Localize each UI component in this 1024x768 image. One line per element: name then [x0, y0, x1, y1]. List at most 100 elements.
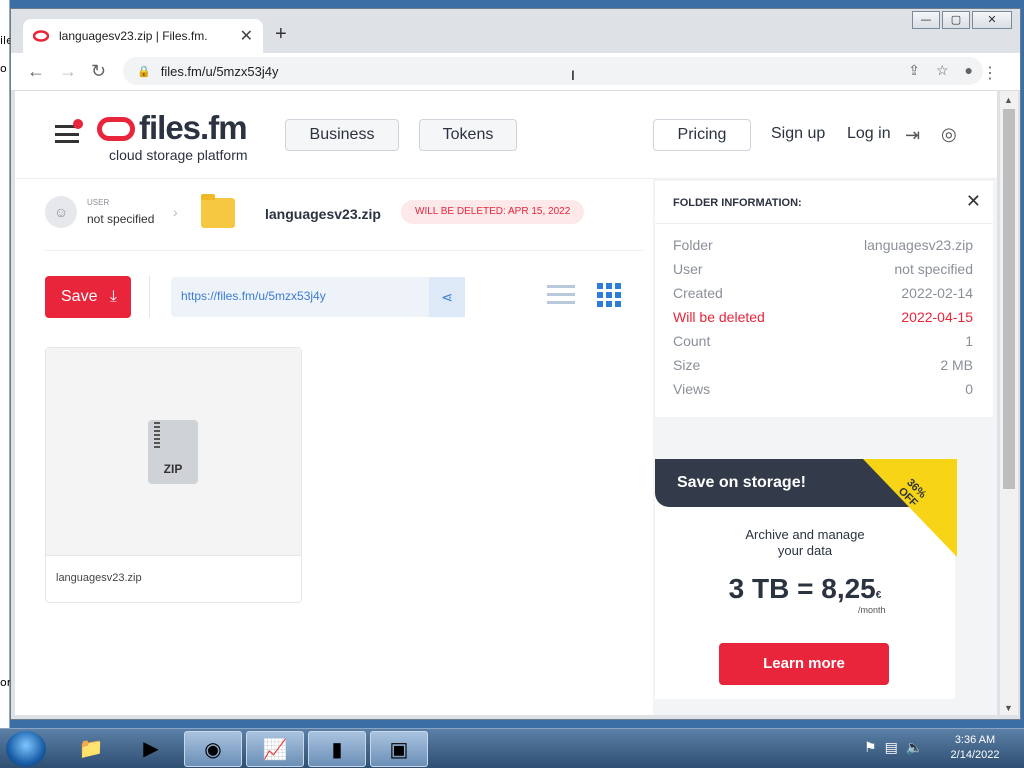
breadcrumb: ☺ USER not specified › languagesv23.zip … [45, 194, 643, 251]
scroll-up-icon[interactable]: ▲ [1004, 95, 1013, 105]
file-preview[interactable]: ZIP [46, 348, 301, 556]
info-value: 2 MB [940, 357, 973, 373]
logo-name: files.fm [139, 109, 248, 146]
bookmark-star-icon[interactable]: ☆ [936, 62, 949, 79]
download-arrow-icon: ⤓ [109, 288, 117, 305]
chrome-taskbar-icon[interactable]: ◉ [184, 731, 242, 767]
window-controls: — ▢ ✕ [912, 11, 1012, 29]
folder-icon [201, 194, 235, 228]
scrollbar-thumb[interactable] [1003, 109, 1015, 489]
info-row-deletion: Will be deleted 2022-04-15 [673, 309, 973, 329]
file-card[interactable]: ZIP languagesv23.zip [45, 347, 302, 603]
info-key: Created [673, 285, 723, 301]
promo-text: Archive and manage your data [655, 527, 955, 559]
info-key: User [673, 261, 703, 277]
volume-icon[interactable]: 🔈 [906, 739, 923, 756]
promo-period: /month [858, 605, 886, 615]
side-panel: FOLDER INFORMATION: ✕ Folder languagesv23… [653, 179, 997, 715]
info-value: 0 [965, 381, 973, 397]
info-value: not specified [894, 261, 973, 277]
info-key: Count [673, 333, 711, 349]
promo-text-line1: Archive and manage [745, 527, 865, 542]
back-icon[interactable]: ← [27, 61, 45, 82]
tool-taskbar-icon[interactable]: ▮ [308, 731, 366, 767]
globe-icon[interactable]: ◎ [941, 124, 957, 145]
share-page-icon[interactable]: ⇪ [908, 62, 920, 79]
cloud-logo-icon [97, 117, 135, 141]
close-window-button[interactable]: ✕ [972, 11, 1012, 29]
chart-app-taskbar-icon[interactable]: 📈 [246, 731, 304, 767]
promo-price-value: 3 TB = 8,25 [728, 573, 876, 604]
zip-file-icon: ZIP [148, 420, 198, 484]
system-tray: ⚑ ▤ 🔈 [864, 739, 923, 756]
close-icon[interactable]: ✕ [966, 191, 981, 212]
user-label: USER [87, 198, 110, 207]
login-link[interactable]: Log in [847, 125, 891, 143]
clock-date: 2/14/2022 [950, 749, 1000, 761]
info-row: Created 2022-02-14 [673, 285, 973, 305]
new-tab-button[interactable]: + [275, 23, 287, 46]
chevron-right-icon: › [173, 204, 178, 220]
grid-view-icon[interactable] [597, 283, 621, 307]
folder-name: languagesv23.zip [265, 206, 381, 222]
explorer-taskbar-icon[interactable]: 📁 [62, 731, 120, 767]
site-header: files.fm cloud storage platform Business… [15, 91, 997, 179]
browser-tab[interactable]: languagesv23.zip | Files.fm. ✕ [23, 19, 263, 53]
info-value: 2022-04-15 [901, 309, 973, 325]
zipper-strip [154, 422, 160, 448]
share-url[interactable]: https://files.fm/u/5mzx53j4y [181, 289, 326, 303]
text-cursor-icon: I [571, 67, 575, 83]
info-value: languagesv23.zip [864, 237, 973, 253]
tab-title: languagesv23.zip | Files.fm. [59, 29, 208, 43]
promo-price: 3 TB = 8,25€ [655, 573, 955, 605]
business-button[interactable]: Business [285, 119, 399, 151]
panel-divider [655, 223, 993, 224]
taskbar: 📁 ▶ ◉ 📈 ▮ ▣ ⚑ ▤ 🔈 3:36 AM 2/14/2022 [0, 728, 1024, 768]
logo-tagline: cloud storage platform [109, 147, 248, 163]
maximize-button[interactable]: ▢ [942, 11, 970, 29]
file-name[interactable]: languagesv23.zip [56, 572, 142, 584]
address-bar-row: ← → ↻ 🔒 files.fm/u/5mzx53j4y ⇪ ☆ ● ⋮ [11, 53, 1020, 91]
profile-icon[interactable]: ● [965, 62, 973, 79]
promo-banner-text: Save on storage! [677, 474, 806, 491]
info-value: 2022-02-14 [901, 285, 973, 301]
info-key: Views [673, 381, 711, 397]
notification-dot [73, 119, 83, 129]
lock-icon: 🔒 [137, 65, 151, 78]
list-view-icon[interactable] [547, 285, 575, 307]
url-field[interactable]: 🔒 files.fm/u/5mzx53j4y ⇪ ☆ ● [123, 57, 983, 85]
scrollbar[interactable]: ▲ ▼ [1000, 91, 1018, 715]
pricing-button[interactable]: Pricing [653, 119, 751, 151]
flag-icon[interactable]: ▤ [885, 739, 898, 756]
user-avatar-icon: ☺ [45, 196, 77, 228]
clock[interactable]: 3:36 AM 2/14/2022 [940, 733, 1010, 763]
info-row: Views 0 [673, 381, 973, 401]
folder-info-title: FOLDER INFORMATION: [673, 197, 802, 209]
tokens-button[interactable]: Tokens [419, 119, 517, 151]
tab-close-icon[interactable]: ✕ [240, 26, 253, 46]
minimize-button[interactable]: — [912, 11, 940, 29]
page-viewport: files.fm cloud storage platform Business… [15, 91, 997, 715]
network-warning-icon[interactable]: ⚑ [864, 739, 877, 756]
save-button[interactable]: Save ⤓ [45, 276, 131, 318]
share-link-field[interactable]: https://files.fm/u/5mzx53j4y ⋖ [171, 277, 465, 317]
forward-icon[interactable]: → [59, 61, 77, 82]
delete-date-badge: WILL BE DELETED: APR 15, 2022 [401, 200, 585, 224]
signup-link[interactable]: Sign up [771, 125, 825, 143]
app-taskbar-icon[interactable]: ▣ [370, 731, 428, 767]
login-icon[interactable]: ⇥ [905, 125, 920, 146]
info-row: Folder languagesv23.zip [673, 237, 973, 257]
desktop-edge: ile o or [0, 0, 13, 728]
learn-more-button[interactable]: Learn more [719, 643, 889, 685]
promo-currency: € [875, 590, 882, 601]
info-row: Count 1 [673, 333, 973, 353]
reload-icon[interactable]: ↻ [91, 61, 106, 82]
scroll-down-icon[interactable]: ▼ [1004, 703, 1013, 713]
share-icon[interactable]: ⋖ [429, 277, 465, 317]
browser-menu-icon[interactable]: ⋮ [982, 63, 998, 83]
clock-time: 3:36 AM [954, 734, 996, 746]
info-row: User not specified [673, 261, 973, 281]
media-player-taskbar-icon[interactable]: ▶ [122, 731, 180, 767]
user-value[interactable]: not specified [87, 212, 154, 226]
start-button[interactable] [6, 731, 46, 767]
